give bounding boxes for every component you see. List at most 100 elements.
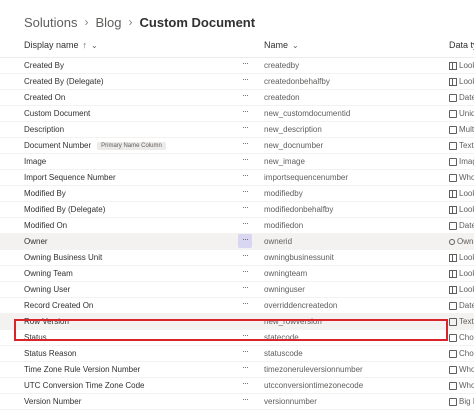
column-header-data-type[interactable]: Data typ	[449, 40, 474, 50]
table-row[interactable]: Owning Team ··· owningteam Looku	[0, 266, 474, 282]
data-type-cell: Looku	[449, 285, 474, 294]
breadcrumb-current: Custom Document	[139, 14, 256, 30]
display-name-text: Modified By	[24, 189, 66, 198]
data-type-text: Owne	[457, 237, 474, 246]
data-type-cell: Looku	[449, 253, 474, 262]
more-options-icon[interactable]: ···	[238, 330, 252, 344]
more-options-icon[interactable]: ···	[238, 250, 252, 264]
column-header-name[interactable]: Name ⌄	[264, 40, 299, 50]
display-name-text: Description	[24, 125, 65, 134]
table-row[interactable]: Owning Business Unit ··· owningbusinessuni…	[0, 250, 474, 266]
display-name-cell[interactable]: Owning User	[24, 285, 70, 294]
more-options-icon[interactable]: ···	[238, 378, 252, 392]
display-name-cell[interactable]: Created By	[24, 61, 64, 70]
more-options-icon[interactable]: ···	[238, 58, 252, 72]
display-name-text: UTC Conversion Time Zone Code	[24, 381, 145, 390]
more-options-icon[interactable]: ···	[238, 362, 252, 376]
display-name-cell[interactable]: Owning Business Unit	[24, 253, 102, 262]
display-name-cell[interactable]: Created On	[24, 93, 65, 102]
table-row[interactable]: Owning User ··· owninguser Looku	[0, 282, 474, 298]
display-name-cell[interactable]: Description	[24, 125, 64, 134]
column-header-display-name[interactable]: Display name ↑ ⌄	[24, 40, 98, 50]
display-name-text: Document Number	[24, 141, 92, 150]
display-name-cell[interactable]: Custom Document	[24, 109, 90, 118]
display-name-cell[interactable]: Image	[24, 157, 46, 166]
display-name-text: Import Sequence Number	[24, 173, 116, 182]
more-options-icon[interactable]: ···	[238, 394, 252, 408]
breadcrumb-blog[interactable]: Blog	[95, 15, 121, 30]
more-options-icon[interactable]: ···	[238, 170, 252, 184]
display-name-text: Row Version	[24, 317, 69, 326]
data-type-text: Looku	[459, 269, 474, 278]
more-options-icon[interactable]: ···	[238, 234, 252, 248]
display-name-text: Created By	[24, 61, 65, 70]
more-options-icon[interactable]: ···	[238, 346, 252, 360]
table-row[interactable]: Created By (Delegate) ··· createdonbehalfb…	[0, 74, 474, 90]
table-row[interactable]: Image ··· new_image Image	[0, 154, 474, 170]
more-options-icon[interactable]: ···	[238, 122, 252, 136]
table-row[interactable]: UTC Conversion Time Zone Code ··· utcconve…	[0, 378, 474, 394]
display-name-cell[interactable]: Owning Team	[24, 269, 73, 278]
table-row[interactable]: Time Zone Rule Version Number ··· timezone…	[0, 362, 474, 378]
table-row[interactable]: Import Sequence Number ··· importsequencen…	[0, 170, 474, 186]
table-row[interactable]: Status ··· statecode Choi	[0, 330, 474, 346]
display-name-cell[interactable]: Record Created On	[24, 301, 93, 310]
display-name-cell[interactable]: Status	[24, 333, 47, 342]
table-row[interactable]: Status Reason ··· statuscode Choi	[0, 346, 474, 362]
display-name-cell[interactable]: Time Zone Rule Version Number	[24, 365, 140, 374]
data-type-text: Looku	[459, 205, 474, 214]
data-type-cell: Text	[449, 141, 474, 150]
more-options-icon[interactable]: ···	[238, 138, 252, 152]
logical-name-cell: createdon	[264, 93, 300, 102]
display-name-cell[interactable]: Status Reason	[24, 349, 76, 358]
display-name-cell[interactable]: Modified By	[24, 189, 66, 198]
display-name-text: Modified By (Delegate)	[24, 205, 106, 214]
logical-name-cell: new_docnumber	[264, 141, 324, 150]
more-options-icon[interactable]: ···	[238, 266, 252, 280]
display-name-cell[interactable]: Owner	[24, 237, 48, 246]
table-row[interactable]: Modified By ··· modifiedby Looku	[0, 186, 474, 202]
data-type-cell: Choi	[449, 349, 474, 358]
display-name-cell[interactable]: Modified By (Delegate)	[24, 205, 105, 214]
table-row[interactable]: Row Version ··· new_rowversion Text	[0, 314, 474, 330]
more-options-icon[interactable]: ···	[238, 298, 252, 312]
logical-name-cell: modifiedby	[264, 189, 303, 198]
lookup-icon	[449, 61, 457, 70]
data-type-text: Multi	[459, 125, 474, 134]
table-row[interactable]: Record Created On ··· overriddencreatedon D…	[0, 298, 474, 314]
table-row[interactable]: Description ··· new_description Multi	[0, 122, 474, 138]
chevron-down-icon: ⌄	[292, 40, 299, 50]
display-name-cell[interactable]: Import Sequence Number	[24, 173, 116, 182]
lookup-icon	[449, 269, 457, 278]
display-name-cell[interactable]: Created By (Delegate)	[24, 77, 104, 86]
more-options-icon[interactable]: ···	[238, 74, 252, 88]
more-options-icon[interactable]: ···	[238, 186, 252, 200]
more-options-icon[interactable]: ···	[238, 314, 252, 328]
more-options-icon[interactable]: ···	[238, 282, 252, 296]
display-name-cell[interactable]: Version Number	[24, 397, 81, 406]
display-name-cell[interactable]: Modified On	[24, 221, 67, 230]
logical-name-cell: utcconversiontimezonecode	[264, 381, 364, 390]
more-options-icon[interactable]: ···	[238, 218, 252, 232]
table-row[interactable]: Created By ··· createdby Looku	[0, 58, 474, 74]
table-row[interactable]: Custom Document ··· new_customdocumentid Un…	[0, 106, 474, 122]
more-options-icon[interactable]: ···	[238, 154, 252, 168]
lookup-icon	[449, 285, 457, 294]
more-options-icon[interactable]: ···	[238, 90, 252, 104]
big-integer-icon	[449, 397, 457, 406]
table-row[interactable]: Owner ··· ownerid Owne	[0, 234, 474, 250]
more-options-icon[interactable]: ···	[238, 106, 252, 120]
data-type-text: Choi	[459, 333, 474, 342]
choice-icon	[449, 333, 457, 342]
breadcrumb-solutions[interactable]: Solutions	[24, 15, 77, 30]
display-name-cell[interactable]: Row Version	[24, 317, 69, 326]
table-row[interactable]: Modified On ··· modifiedon Date	[0, 218, 474, 234]
display-name-text: Time Zone Rule Version Number	[24, 365, 141, 374]
table-row[interactable]: Created On ··· createdon Date	[0, 90, 474, 106]
display-name-cell[interactable]: Document Number Primary Name Column	[24, 141, 166, 150]
table-row[interactable]: Document Number Primary Name Column ··· new…	[0, 138, 474, 154]
table-row[interactable]: Version Number ··· versionnumber Big In	[0, 394, 474, 410]
table-row[interactable]: Modified By (Delegate) ··· modifiedonbehal…	[0, 202, 474, 218]
display-name-cell[interactable]: UTC Conversion Time Zone Code	[24, 381, 145, 390]
more-options-icon[interactable]: ···	[238, 202, 252, 216]
